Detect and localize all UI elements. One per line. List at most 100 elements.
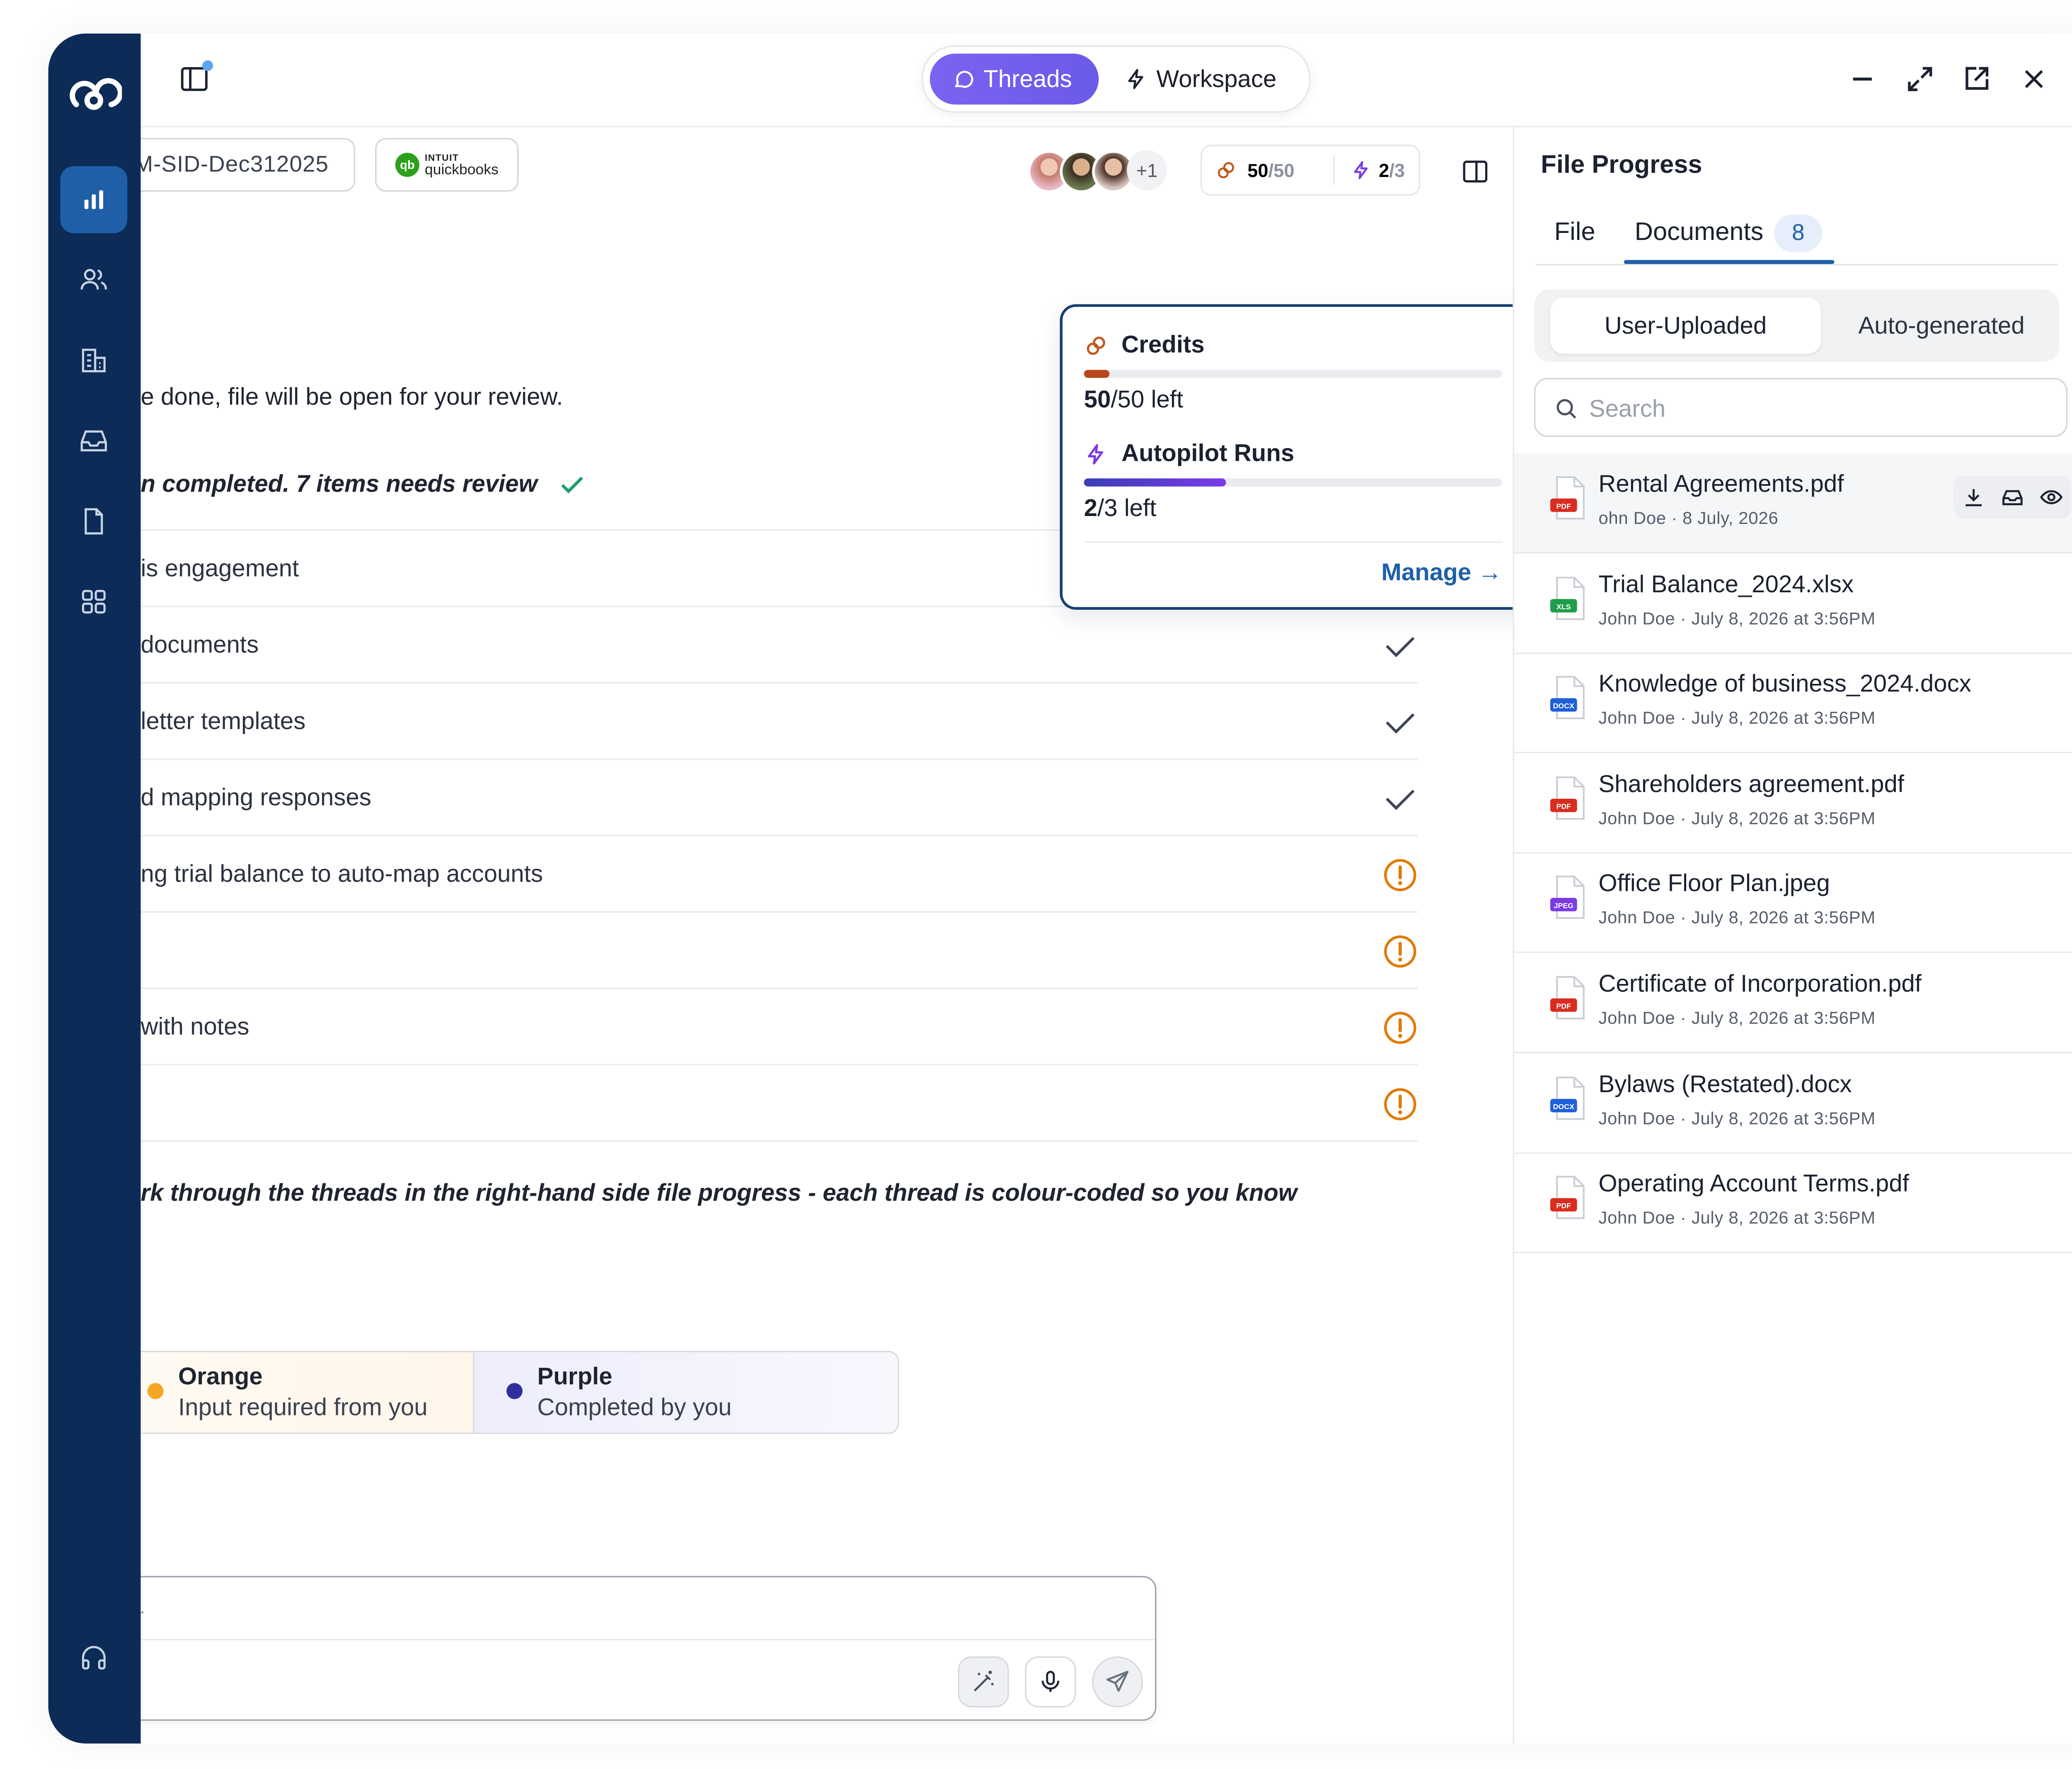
tab-file[interactable]: File [1554,218,1595,248]
document-row[interactable]: XLS Trial Balance_2024.xlsx John Doe · Jul… [1514,553,2072,654]
document-name[interactable]: Knowledge of business_2024.docx [1598,670,1971,698]
tab-documents[interactable]: Documents 8 [1635,214,1823,252]
search-box [1534,378,2067,437]
expand-icon[interactable] [1904,63,1936,95]
support-button[interactable] [60,1624,127,1691]
send-button[interactable] [1092,1656,1143,1708]
lightning-icon [1088,444,1104,465]
grid-icon [82,590,106,614]
document-meta: John Doe · July 8, 2026 at 3:56PM [1598,908,1876,928]
document-name[interactable]: Trial Balance_2024.xlsx [1598,570,1854,599]
panel-title: File Progress [1541,151,1702,180]
message-composer[interactable]: . [140,1576,1157,1721]
document-row[interactable]: PDF Shareholders agreement.pdf John Doe · … [1514,753,2072,853]
tab-workspace[interactable]: Workspace [1103,53,1304,104]
document-meta: John Doe · July 8, 2026 at 3:56PM [1598,808,1876,828]
file-type-label: DOCX [1553,702,1574,710]
credits-left: 50/50 left [1084,386,1184,414]
quickbooks-chip[interactable]: qb INTUIT quickbooks [375,138,519,192]
file-type-icon: PDF [1550,976,1585,1020]
document-row[interactable]: PDF Rental Agreements.pdf ohn Doe · 8 July… [1514,453,2072,554]
send-icon [1106,1671,1129,1692]
tab-auto-generated[interactable]: Auto-generated [1826,298,2057,354]
app-logo-icon[interactable] [65,68,122,125]
document-name[interactable]: Rental Agreements.pdf [1598,470,1844,499]
sidebar-item-people[interactable] [60,247,127,314]
file-progress-panel: File Progress File Documents 8 User-Uploa… [1513,127,2072,1744]
color-legend: Orange Input required from you Purple Co… [140,1351,899,1434]
message-line: rk through the threads in the right-hand… [140,1179,1297,1206]
document-row[interactable]: DOCX Bylaws (Restated).docx John Doe · Jul… [1514,1053,2072,1153]
document-row[interactable]: PDF Operating Account Terms.pdf John Doe ·… [1514,1153,2072,1253]
checklist-row[interactable] [140,911,1418,989]
tab-user-uploaded[interactable]: User-Uploaded [1550,297,1821,354]
app-stage: Threads Workspace M-SID-Dec312025 qb INT… [0,0,2072,1769]
search-icon [1556,399,1576,419]
alert-circle-icon [1384,1012,1416,1044]
composer-placeholder[interactable]: . [140,1596,145,1620]
mode-switch: Threads Workspace [922,45,1311,113]
sidebar-item-organizations[interactable] [60,327,127,394]
split-view-icon[interactable] [1460,157,1490,186]
tab-threads[interactable]: Threads [929,53,1099,105]
checklist-row[interactable]: ng trial balance to auto-map accounts [140,835,1418,913]
document-meta: ohn Doe · 8 July, 2026 [1598,508,1779,528]
file-type-label: JPEG [1554,902,1573,910]
tab-workspace-label: Workspace [1156,65,1277,92]
magic-button[interactable] [958,1656,1009,1708]
eye-icon[interactable] [2040,485,2064,509]
document-row[interactable]: PDF Certificate of Incorporation.pdf John … [1514,953,2072,1054]
alert-circle-icon [1384,859,1416,892]
document-row[interactable]: DOCX Knowledge of business_2024.docx John … [1514,653,2072,754]
file-type-icon: PDF [1550,476,1585,520]
manage-link[interactable]: Manage → [1381,559,1502,587]
document-actions [1953,475,2072,519]
check-icon [1386,790,1415,810]
credits-icon [1087,337,1105,355]
checklist-row[interactable] [140,1064,1418,1142]
runs-progress-bar [1084,478,1502,487]
checklist-row[interactable]: documents [140,606,1418,683]
sidebar-item-apps[interactable] [60,568,127,635]
search-input[interactable] [1586,390,2048,428]
runs-total: /3 [1389,159,1405,181]
chat-bubble-icon [955,70,973,88]
microphone-icon [1041,1671,1060,1692]
app-window: Threads Workspace M-SID-Dec312025 qb INT… [48,33,2072,1744]
credits-left-value: 50 [1084,386,1111,413]
document-name[interactable]: Operating Account Terms.pdf [1598,1170,1909,1198]
credits-icon [1218,162,1234,179]
documents-count-badge: 8 [1774,214,1823,252]
checklist-row[interactable]: letter templates [140,682,1418,760]
credits-left-suffix: /50 left [1111,386,1184,413]
legend-orange-title: Orange [178,1363,263,1390]
document-source-switch: User-Uploaded Auto-generated [1534,289,2060,362]
sidebar-item-inbox[interactable] [60,407,127,475]
document-meta: John Doe · July 8, 2026 at 3:56PM [1598,1008,1876,1028]
file-id-chip[interactable]: M-SID-Dec312025 [140,138,355,192]
inbox-icon[interactable] [2000,485,2024,509]
document-name[interactable]: Office Floor Plan.jpeg [1598,870,1830,899]
minimize-icon[interactable] [1846,63,1878,95]
close-icon[interactable] [2018,63,2050,95]
check-icon [1386,713,1415,734]
composer-divider [140,1639,1155,1641]
checklist-row[interactable]: with notes [140,987,1418,1066]
headset-icon [82,1646,106,1670]
document-meta: John Doe · July 8, 2026 at 3:56PM [1598,608,1876,628]
document-row[interactable]: JPEG Office Floor Plan.jpeg John Doe · Jul… [1514,853,2072,954]
open-external-icon[interactable] [1960,63,1992,95]
download-icon[interactable] [1961,485,1985,509]
microphone-button[interactable] [1025,1656,1076,1708]
sidebar-item-analytics[interactable] [60,166,128,233]
building-icon [82,349,106,373]
document-name[interactable]: Shareholders agreement.pdf [1598,770,1904,798]
alert-circle-icon [1384,935,1416,968]
runs-left-value: 2 [1084,494,1098,521]
sidebar-item-documents[interactable] [60,488,127,555]
document-name[interactable]: Bylaws (Restated).docx [1598,1070,1852,1098]
checklist-row[interactable]: d mapping responses [140,758,1418,836]
usage-counter[interactable]: 50/50 2/3 [1201,145,1421,196]
document-name[interactable]: Certificate of Incorporation.pdf [1598,970,1922,998]
document-meta: John Doe · July 8, 2026 at 3:56PM [1598,1107,1876,1128]
